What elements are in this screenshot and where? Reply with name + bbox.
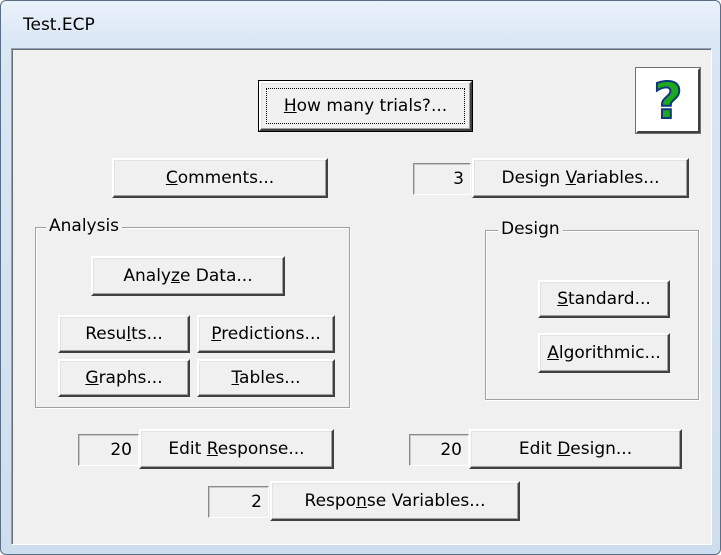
tables-label: Tables...	[231, 368, 301, 388]
analyze-data-label: Analyze Data...	[123, 266, 253, 286]
dialog-client-area: How many trials?... ? Comments... 3 Desi…	[11, 48, 712, 545]
focus-rectangle	[266, 88, 465, 124]
edit-design-label: Edit Design...	[518, 439, 633, 459]
dialog-window: Test.ECP How many trials?... ? Comments.…	[0, 0, 721, 555]
design-variables-label: Design Variables...	[501, 168, 660, 188]
standard-button[interactable]: Standard...	[538, 280, 670, 318]
response-variables-count: 2	[208, 486, 269, 518]
predictions-button[interactable]: Predictions...	[197, 315, 335, 353]
title-bar[interactable]: Test.ECP	[1, 1, 720, 49]
how-many-trials-button[interactable]: How many trials?...	[258, 80, 473, 132]
edit-response-button[interactable]: Edit Response...	[139, 429, 334, 469]
help-button[interactable]: ?	[635, 67, 701, 134]
svg-text:?: ?	[653, 72, 682, 130]
analysis-group-label: Analysis	[46, 216, 123, 236]
results-label: Results...	[85, 324, 163, 344]
response-variables-button[interactable]: Response Variables...	[270, 481, 520, 521]
response-variables-label: Response Variables...	[304, 491, 486, 511]
algorithmic-label: Algorithmic...	[547, 343, 661, 363]
comments-label: Comments...	[165, 168, 275, 188]
edit-design-button[interactable]: Edit Design...	[469, 429, 682, 469]
edit-response-count: 20	[78, 434, 139, 466]
graphs-label: Graphs...	[85, 368, 163, 388]
results-button[interactable]: Results...	[58, 315, 190, 353]
edit-design-count: 20	[409, 434, 469, 466]
edit-response-label: Edit Response...	[168, 439, 305, 459]
graphs-button[interactable]: Graphs...	[58, 359, 190, 397]
standard-label: Standard...	[557, 289, 651, 309]
algorithmic-button[interactable]: Algorithmic...	[538, 333, 670, 373]
comments-button[interactable]: Comments...	[112, 158, 328, 198]
design-variables-count: 3	[413, 163, 471, 195]
design-variables-button[interactable]: Design Variables...	[472, 158, 689, 198]
tables-button[interactable]: Tables...	[197, 359, 335, 397]
question-mark-icon: ?	[652, 71, 683, 131]
window-title: Test.ECP	[23, 15, 95, 35]
design-group-label: Design	[498, 219, 563, 239]
analyze-data-button[interactable]: Analyze Data...	[91, 256, 285, 296]
predictions-label: Predictions...	[211, 324, 321, 344]
